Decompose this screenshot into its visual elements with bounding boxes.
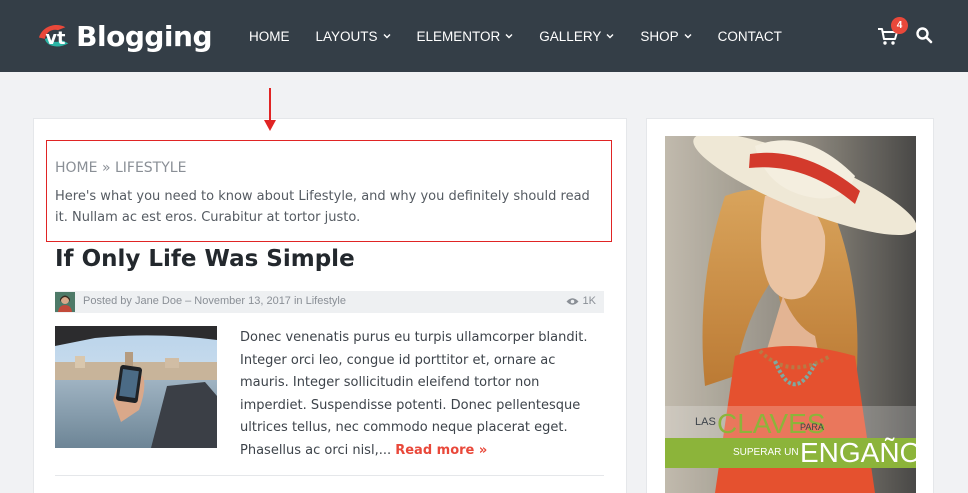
site-header: vt Blogging HOME LAYOUTS ELEMENTOR GALLE… — [0, 0, 968, 72]
nav-item-layouts[interactable]: LAYOUTS — [316, 29, 391, 44]
logo-text: Blogging — [76, 19, 212, 53]
nav-label: SHOP — [640, 28, 679, 44]
eye-icon — [566, 297, 579, 305]
author-avatar[interactable] — [55, 292, 75, 312]
svg-text:vt: vt — [46, 29, 66, 49]
post-thumbnail[interactable] — [55, 326, 217, 448]
post-divider — [55, 475, 604, 476]
post-title-link[interactable]: If Only Life Was Simple — [55, 246, 355, 272]
ad-text-superar-un: SUPERAR UN — [733, 447, 799, 458]
nav-label: HOME — [249, 28, 290, 44]
nav-item-elementor[interactable]: ELEMENTOR — [417, 29, 514, 44]
annotation-arrow-icon — [264, 88, 276, 131]
ad-text-las: LAS — [695, 416, 716, 428]
view-count: 1K — [566, 295, 596, 307]
chevron-down-icon — [383, 34, 391, 39]
post-meta-bar: Posted by Jane Doe – November 13, 2017 i… — [55, 291, 604, 313]
nav-label: ELEMENTOR — [416, 28, 501, 44]
ad-text-para: PARA — [800, 422, 824, 432]
site-logo[interactable]: vt Blogging — [36, 14, 212, 58]
sidebar-ad-banner[interactable]: LAS CLAVES PARA SUPERAR UN ENGAÑO — [665, 136, 916, 493]
search-icon[interactable] — [915, 26, 933, 44]
breadcrumb-home-link[interactable]: HOME — [55, 160, 97, 176]
logo-mark-icon: vt — [38, 24, 69, 49]
read-more-link[interactable]: Read more » — [395, 443, 487, 458]
cart-count-badge: 4 — [891, 17, 908, 34]
nav-item-shop[interactable]: SHOP — [640, 28, 692, 44]
post-excerpt: Donec venenatis purus eu turpis ullamcor… — [240, 327, 606, 462]
post-thumbnail-image — [55, 326, 217, 448]
category-description: Here's what you need to know about Lifes… — [55, 189, 590, 225]
avatar-person-icon — [55, 292, 75, 312]
post-meta-text: Posted by Jane Doe – November 13, 2017 i… — [83, 295, 346, 307]
nav-item-home[interactable]: HOME — [249, 29, 290, 44]
nav-item-contact[interactable]: CONTACT — [718, 29, 782, 44]
breadcrumb-current: LIFESTYLE — [114, 160, 187, 176]
chevron-down-icon — [505, 34, 513, 39]
excerpt-text: Donec venenatis purus eu turpis ullamcor… — [240, 330, 588, 458]
breadcrumb-separator: » — [101, 160, 111, 176]
nav-label: LAYOUTS — [315, 28, 378, 44]
main-nav: HOME LAYOUTS ELEMENTOR GALLERY SHOP CONT… — [236, 0, 795, 72]
nav-item-gallery[interactable]: GALLERY — [539, 29, 614, 44]
nav-label: CONTACT — [717, 28, 782, 44]
category-link[interactable]: Lifestyle — [306, 295, 346, 307]
author-link[interactable]: Jane Doe — [135, 295, 182, 307]
chevron-down-icon — [684, 34, 692, 39]
ad-text-engano: ENGAÑO — [800, 437, 916, 468]
nav-label: GALLERY — [539, 28, 602, 44]
breadcrumb: HOME » LIFESTYLE — [55, 160, 186, 176]
chevron-down-icon — [606, 34, 614, 39]
meta-date: – November 13, 2017 in — [182, 295, 306, 307]
view-count-value: 1K — [582, 295, 596, 307]
meta-prefix: Posted by — [83, 295, 135, 307]
